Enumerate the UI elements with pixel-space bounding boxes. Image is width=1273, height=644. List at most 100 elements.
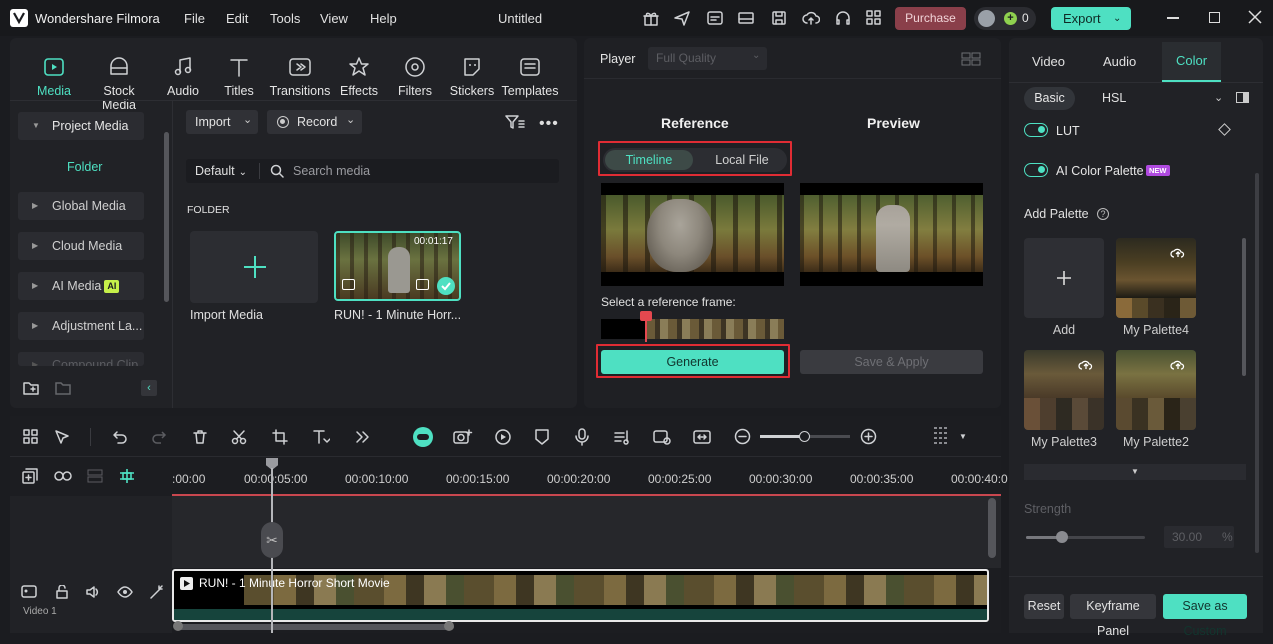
panel-scrollbar[interactable] xyxy=(1255,173,1259,553)
add-track-icon[interactable] xyxy=(22,468,38,484)
tab-media[interactable]: Media xyxy=(22,56,86,98)
tab-filters[interactable]: Filters xyxy=(383,56,447,98)
zoom-slider-thumb[interactable] xyxy=(799,431,810,442)
more-tools-icon[interactable] xyxy=(354,429,370,445)
strength-slider-thumb[interactable] xyxy=(1055,531,1068,543)
import-media-tile[interactable] xyxy=(190,231,318,303)
save-as-custom-button[interactable]: Save as Custom xyxy=(1163,594,1247,638)
strength-input[interactable]: 30.00 % xyxy=(1164,526,1234,548)
help-icon[interactable]: ? xyxy=(1097,208,1109,220)
more-options-icon[interactable]: ••• xyxy=(539,115,559,133)
chevron-down-icon[interactable]: ▼ xyxy=(959,432,967,441)
maximize-icon[interactable] xyxy=(1209,12,1220,23)
menu-tools[interactable]: Tools xyxy=(270,11,300,26)
frame-picker-handle[interactable] xyxy=(640,311,652,342)
grid-view-icon[interactable] xyxy=(961,52,981,66)
marker-icon[interactable] xyxy=(534,428,550,446)
subtab-hsl[interactable]: HSL xyxy=(1102,91,1126,105)
subtab-basic[interactable]: Basic xyxy=(1024,87,1075,110)
keyframe-diamond-icon[interactable] xyxy=(1218,123,1231,136)
subtitle-icon[interactable] xyxy=(706,9,724,27)
keyframe-panel-button[interactable]: Keyframe Panel xyxy=(1070,594,1156,638)
split-icon[interactable] xyxy=(231,429,247,445)
ai-color-palette-toggle[interactable] xyxy=(1024,163,1048,177)
menu-help[interactable]: Help xyxy=(370,11,397,26)
cloud-upload-icon[interactable] xyxy=(1170,357,1186,371)
chevron-down-icon[interactable]: ⌄ xyxy=(1214,91,1223,104)
tab-transitions[interactable]: Transitions xyxy=(268,56,332,98)
tab-audio-props[interactable]: Audio xyxy=(1103,54,1136,69)
snap-icon[interactable] xyxy=(118,468,136,484)
cloud-upload-icon[interactable] xyxy=(1170,245,1186,259)
collapse-sidebar-button[interactable]: ‹ xyxy=(141,380,157,396)
reset-button[interactable]: Reset xyxy=(1024,594,1064,619)
snapshot-icon[interactable] xyxy=(453,428,473,446)
lut-toggle[interactable] xyxy=(1024,123,1048,137)
track-manager-icon[interactable] xyxy=(87,469,103,483)
reference-frame-strip[interactable] xyxy=(601,319,784,339)
palette-expand-bar[interactable]: ▼ xyxy=(1024,464,1246,480)
layout-icon[interactable] xyxy=(737,9,755,27)
quality-dropdown[interactable]: Full Quality ⌄ xyxy=(648,47,767,70)
timeline-h-scrollbar[interactable] xyxy=(176,624,454,630)
tab-titles[interactable]: Titles xyxy=(207,56,271,98)
support-icon[interactable] xyxy=(834,9,852,27)
lock-track-icon[interactable] xyxy=(55,585,69,599)
cloud-upload-icon[interactable] xyxy=(802,9,820,27)
menu-file[interactable]: File xyxy=(184,11,205,26)
filter-icon[interactable] xyxy=(505,114,525,130)
sidebar-item-adjustment-layer[interactable]: ▶ Adjustment La... xyxy=(18,312,144,340)
sidebar-item-folder[interactable]: Folder xyxy=(67,160,102,174)
sidebar-item-project-media[interactable]: ▼ Project Media xyxy=(18,112,144,140)
zoom-out-icon[interactable] xyxy=(734,428,751,445)
undo-icon[interactable] xyxy=(112,429,128,445)
tab-stickers[interactable]: Stickers xyxy=(440,56,504,98)
microphone-icon[interactable] xyxy=(574,428,590,446)
sort-dropdown[interactable]: Default ⌄ xyxy=(195,164,247,178)
redo-icon[interactable] xyxy=(151,429,167,445)
playhead-scissors-icon[interactable]: ✂ xyxy=(261,522,283,558)
move-folder-icon[interactable] xyxy=(54,380,72,396)
save-icon[interactable] xyxy=(770,9,788,27)
apps-grid-icon[interactable] xyxy=(865,9,883,27)
import-dropdown[interactable]: Import ⌄ xyxy=(186,110,258,134)
close-icon[interactable] xyxy=(1248,10,1262,24)
compare-view-icon[interactable] xyxy=(1236,92,1249,103)
new-folder-icon[interactable] xyxy=(22,380,40,396)
ai-mate-icon[interactable] xyxy=(413,427,433,447)
tab-color[interactable]: Color xyxy=(1162,42,1221,82)
minimize-icon[interactable] xyxy=(1167,17,1179,19)
link-icon[interactable] xyxy=(54,469,72,483)
auto-reframe-icon[interactable] xyxy=(653,428,671,446)
delete-icon[interactable] xyxy=(192,429,208,445)
zoom-slider[interactable] xyxy=(760,431,850,442)
tab-templates[interactable]: Templates xyxy=(498,56,562,98)
track-layout-icon[interactable] xyxy=(932,426,948,448)
fit-icon[interactable] xyxy=(693,428,711,446)
palette-card-4[interactable] xyxy=(1116,238,1196,318)
audio-mixer-icon[interactable] xyxy=(613,428,631,446)
scrollbar-handle-left[interactable] xyxy=(173,621,183,631)
export-button[interactable]: Export ⌄ xyxy=(1051,7,1131,30)
crop-icon[interactable] xyxy=(272,429,288,445)
gift-icon[interactable] xyxy=(642,9,660,27)
video-clip[interactable]: RUN! - 1 Minute Horror Short Movie xyxy=(172,569,989,622)
tab-effects[interactable]: Effects xyxy=(327,56,391,98)
record-dropdown[interactable]: Record ⌄ xyxy=(267,110,362,134)
text-tool-icon[interactable] xyxy=(312,429,330,445)
share-icon[interactable] xyxy=(673,9,691,27)
palette-scrollbar[interactable] xyxy=(1242,238,1246,376)
layout-grid-icon[interactable] xyxy=(23,429,39,445)
purchase-button[interactable]: Purchase xyxy=(895,7,966,30)
hide-track-icon[interactable] xyxy=(117,586,133,598)
sidebar-item-compound-clip[interactable]: ▶ Compound Clip xyxy=(18,352,144,366)
track-effect-icon[interactable] xyxy=(150,585,164,599)
select-tool-icon[interactable] xyxy=(54,429,70,445)
sidebar-item-cloud-media[interactable]: ▶ Cloud Media xyxy=(18,232,144,260)
speed-icon[interactable] xyxy=(494,428,512,446)
menu-view[interactable]: View xyxy=(320,11,348,26)
save-apply-button[interactable]: Save & Apply xyxy=(800,350,983,374)
palette-card-2[interactable] xyxy=(1116,350,1196,430)
sidebar-item-ai-media[interactable]: ▶ AI Media AI xyxy=(18,272,144,300)
account-credits[interactable]: + 0 xyxy=(974,7,1036,30)
